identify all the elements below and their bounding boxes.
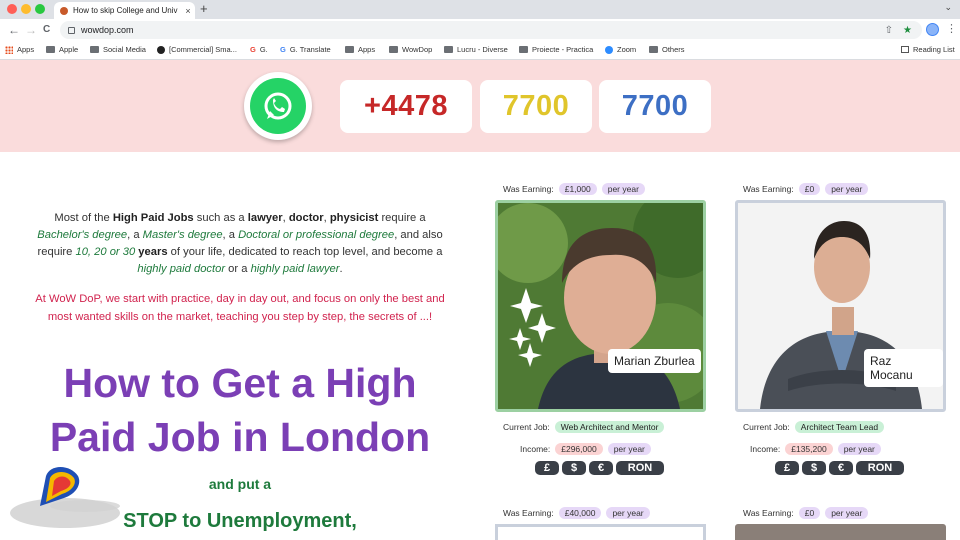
minimize-window-button[interactable] — [21, 4, 31, 14]
was-earning-value: £40,000 — [558, 507, 602, 519]
current-job-value: Architect Team Lead — [794, 421, 885, 433]
was-earning-value: £0 — [798, 507, 821, 519]
bookmark-apple[interactable]: Apple — [46, 45, 78, 54]
bookmark-lucru[interactable]: Lucru - Diverse — [444, 45, 508, 54]
bookmark-zoom[interactable]: Zoom — [605, 45, 636, 54]
forward-button[interactable]: → — [25, 22, 37, 38]
per-year-badge: per year — [837, 443, 881, 455]
income-row: Income: £296,000 per year — [520, 443, 651, 455]
browser-toolbar: ← → C wowdop.com ⇧ ★ ⋮ — [0, 19, 960, 41]
share-icon[interactable]: ⇧ — [885, 25, 893, 36]
bookmarks-bar: Apps Apple Social Media [Commercial] Sma… — [0, 41, 960, 60]
bookmark-translate[interactable]: G G. Translate — [280, 45, 331, 54]
url-text: wowdop.com — [81, 25, 134, 35]
wowdop-logo-icon[interactable] — [34, 462, 84, 510]
profile-photo — [495, 524, 706, 540]
bookmark-star-icon[interactable]: ★ — [903, 25, 912, 36]
address-bar[interactable]: wowdop.com ⇧ ★ — [60, 21, 922, 39]
bookmark-proiecte[interactable]: Proiecte - Practica — [519, 45, 593, 54]
bookmark-apps[interactable]: Apps — [5, 45, 34, 54]
bookmark-google[interactable]: G G. — [250, 45, 268, 54]
reload-button[interactable]: C — [43, 22, 50, 38]
folder-icon — [46, 46, 55, 53]
profile-photo — [735, 524, 946, 540]
folder-icon — [389, 46, 398, 53]
bookmark-wowdop[interactable]: WowDop — [389, 45, 432, 54]
zoom-icon — [605, 45, 613, 54]
profile-name: Raz Mocanu — [864, 349, 943, 387]
reading-list-icon — [901, 46, 909, 53]
close-window-button[interactable] — [7, 4, 17, 14]
profile-photo: Marian Zburlea — [495, 200, 706, 412]
profile-photo: Raz Mocanu — [735, 200, 946, 412]
was-earning-value: £0 — [798, 183, 821, 195]
was-earning-row: Was Earning: £0 per year — [743, 183, 869, 195]
apps-grid-icon — [5, 45, 13, 54]
bookmark-social-media[interactable]: Social Media — [90, 45, 146, 54]
currency-ron-button[interactable]: RON — [856, 461, 904, 475]
income-row: Income: £135,200 per year — [750, 443, 881, 455]
currency-usd-button[interactable]: $ — [802, 461, 826, 475]
browser-tab-bar: How to skip College and Univ × + ⌄ — [0, 0, 960, 19]
was-earning-row: Was Earning: £1,000 per year — [503, 183, 645, 195]
was-earning-row: Was Earning: £40,000 per year — [503, 507, 650, 519]
current-job-value: Web Architect and Mentor — [554, 421, 665, 433]
phone-part-2[interactable]: 7700 — [480, 80, 592, 133]
maximize-window-button[interactable] — [35, 4, 45, 14]
currency-eur-button[interactable]: € — [589, 461, 613, 475]
tab-search-chevron-icon[interactable]: ⌄ — [944, 2, 952, 13]
income-value: £135,200 — [785, 443, 833, 455]
tab-title: How to skip College and Univ — [73, 6, 178, 15]
folder-icon — [345, 46, 354, 53]
site-favicon-icon — [60, 6, 68, 15]
translate-icon: G — [280, 45, 286, 54]
profile-name: Marian Zburlea — [608, 349, 701, 373]
bookmark-apps-folder[interactable]: Apps — [345, 45, 375, 54]
back-button[interactable]: ← — [8, 22, 20, 38]
subheading-small: and put a — [208, 476, 272, 492]
per-year-badge: per year — [607, 443, 651, 455]
folder-icon — [444, 46, 453, 53]
bookmark-commercial[interactable]: [Commercial] Sma... — [157, 45, 237, 54]
was-earning-value: £1,000 — [558, 183, 597, 195]
github-icon — [157, 45, 165, 54]
per-year-badge: per year — [825, 183, 869, 195]
bookmark-others[interactable]: Others — [649, 45, 685, 54]
currency-gbp-button[interactable]: £ — [535, 461, 559, 475]
reading-list[interactable]: Reading List — [901, 45, 955, 54]
currency-switcher: £ $ € RON — [535, 461, 667, 475]
profile-avatar[interactable] — [926, 23, 939, 36]
per-year-badge: per year — [825, 507, 869, 519]
current-job-row: Current Job: Architect Team Lead — [743, 421, 885, 433]
per-year-badge: per year — [601, 183, 645, 195]
currency-gbp-button[interactable]: £ — [775, 461, 799, 475]
current-job-row: Current Job: Web Architect and Mentor — [503, 421, 665, 433]
income-value: £296,000 — [555, 443, 603, 455]
whatsapp-icon[interactable] — [244, 72, 312, 140]
folder-icon — [90, 46, 99, 53]
wowdop-pitch: At WoW DoP, we start with practice, day … — [35, 293, 445, 323]
browser-menu-icon[interactable]: ⋮ — [946, 22, 957, 35]
page-headline: How to Get a High Paid Job in London — [49, 360, 431, 460]
folder-icon — [649, 46, 658, 53]
google-icon: G — [250, 45, 256, 54]
lock-icon — [68, 26, 75, 34]
currency-usd-button[interactable]: $ — [562, 461, 586, 475]
phone-part-1[interactable]: +4478 — [340, 80, 472, 133]
browser-tab[interactable]: How to skip College and Univ × — [54, 2, 195, 19]
was-earning-row: Was Earning: £0 per year — [743, 507, 869, 519]
intro-paragraph: Most of the High Paid Jobs such as a law… — [37, 212, 443, 275]
currency-eur-button[interactable]: € — [829, 461, 853, 475]
folder-icon — [519, 46, 528, 53]
currency-switcher: £ $ € RON — [775, 461, 907, 475]
phone-part-3[interactable]: 7700 — [599, 80, 711, 133]
currency-ron-button[interactable]: RON — [616, 461, 664, 475]
new-tab-button[interactable]: + — [200, 1, 208, 16]
per-year-badge: per year — [606, 507, 650, 519]
tab-close-icon[interactable]: × — [181, 6, 195, 16]
